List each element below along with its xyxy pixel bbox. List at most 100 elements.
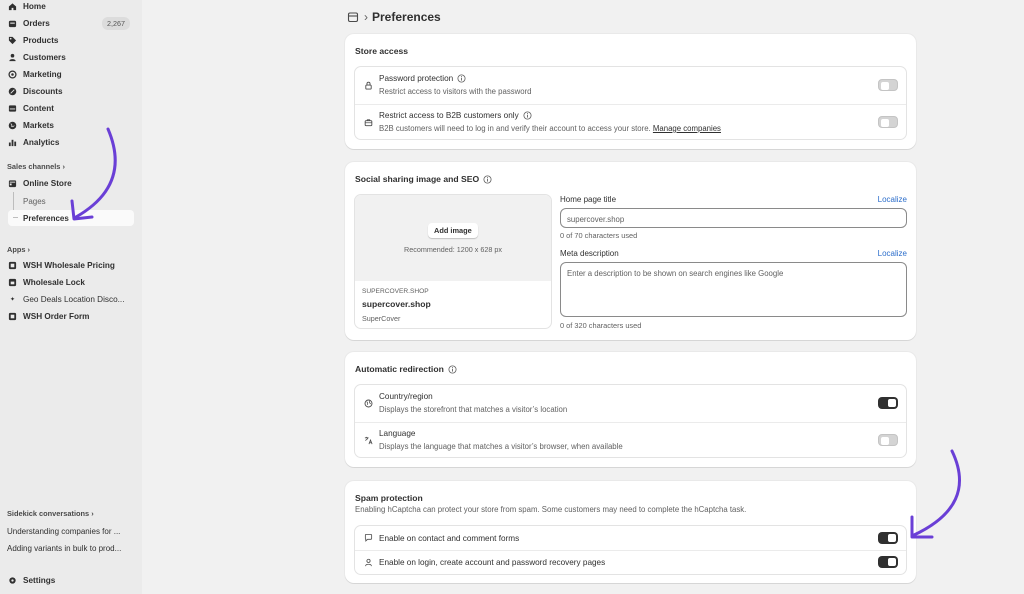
sidebar-app-wholesale-lock[interactable]: Wholesale Lock bbox=[4, 274, 134, 291]
contact-forms-row[interactable]: Enable on contact and comment forms bbox=[355, 526, 906, 550]
sidebar-item-content[interactable]: Content bbox=[4, 100, 134, 117]
meta-description-textarea[interactable]: Enter a description to be shown on searc… bbox=[560, 262, 907, 317]
sidebar-item-label: Home bbox=[23, 2, 46, 11]
info-icon bbox=[448, 364, 457, 374]
sidebar-item-pages[interactable]: Pages bbox=[23, 197, 46, 206]
sidebar-app-wsh-wholesale-pricing[interactable]: WSH Wholesale Pricing bbox=[4, 257, 134, 274]
sidebar-app-wsh-order-form[interactable]: WSH Order Form bbox=[4, 308, 134, 325]
chevron-right-icon: › bbox=[62, 162, 65, 171]
language-toggle[interactable] bbox=[878, 434, 898, 446]
row-title: Enable on contact and comment forms bbox=[379, 534, 520, 543]
app-icon bbox=[8, 278, 17, 287]
home-title-input[interactable]: supercover.shop bbox=[560, 208, 907, 228]
sidebar-app-geo-deals[interactable]: ✦ Geo Deals Location Disco... bbox=[4, 291, 134, 308]
person-icon bbox=[8, 53, 17, 62]
breadcrumb: › Preferences bbox=[347, 10, 441, 24]
image-dropzone[interactable]: Add image Recommended: 1200 x 628 px bbox=[355, 195, 551, 281]
toggle-knob bbox=[881, 437, 889, 445]
app-icon bbox=[8, 261, 17, 270]
sidebar-item-products[interactable]: Products bbox=[4, 32, 134, 49]
card-title: Store access bbox=[355, 46, 409, 56]
store-access-group: Password protection Restrict access to v… bbox=[354, 66, 907, 140]
target-icon bbox=[8, 70, 17, 79]
toggle-knob bbox=[888, 399, 896, 407]
add-image-button[interactable]: Add image bbox=[428, 223, 478, 238]
info-icon bbox=[483, 174, 492, 184]
row-description: Displays the language that matches a vis… bbox=[379, 442, 623, 451]
meta-description-char-count: 0 of 320 characters used bbox=[560, 321, 642, 330]
contact-forms-hcaptcha-toggle[interactable] bbox=[878, 532, 898, 544]
tag-icon bbox=[8, 36, 17, 45]
globe-icon bbox=[8, 121, 17, 130]
row-description: Displays the storefront that matches a v… bbox=[379, 405, 568, 414]
info-icon bbox=[523, 111, 532, 120]
chart-icon bbox=[8, 138, 17, 147]
sidebar-item-label: WSH Wholesale Pricing bbox=[23, 261, 115, 270]
briefcase-icon bbox=[364, 118, 373, 127]
b2b-restriction-row[interactable]: Restrict access to B2B customers only B2… bbox=[355, 104, 906, 141]
meta-description-label: Meta description bbox=[560, 249, 619, 258]
localize-home-title-link[interactable]: Localize bbox=[878, 195, 907, 204]
login-pages-row[interactable]: Enable on login, create account and pass… bbox=[355, 550, 906, 575]
row-title: Enable on login, create account and pass… bbox=[379, 558, 606, 567]
sidebar-item-label: Analytics bbox=[23, 138, 60, 147]
sidebar-item-markets[interactable]: Markets bbox=[4, 117, 134, 134]
spam-protection-card: Spam protection Enabling hCaptcha can pr… bbox=[345, 481, 916, 583]
country-region-row[interactable]: Country/region Displays the storefront t… bbox=[355, 385, 906, 422]
breadcrumb-separator: › bbox=[364, 10, 368, 24]
sidebar-item-online-store[interactable]: Online Store bbox=[4, 175, 134, 192]
sidebar-item-label: Geo Deals Location Disco... bbox=[23, 295, 125, 304]
store-access-card: Store access Password protection Restric… bbox=[345, 34, 916, 149]
sidebar-item-analytics[interactable]: Analytics bbox=[4, 134, 134, 151]
orders-count-badge: 2,267 bbox=[102, 17, 130, 30]
social-image-preview: Add image Recommended: 1200 x 628 px SUP… bbox=[354, 194, 552, 329]
row-description: Restrict access to visitors with the pas… bbox=[379, 87, 532, 96]
row-description: B2B customers will need to log in and ve… bbox=[379, 124, 721, 133]
sidebar-item-home[interactable]: Home bbox=[4, 0, 134, 15]
info-icon bbox=[457, 74, 466, 83]
sidebar-item-orders[interactable]: Orders 2,267 bbox=[4, 15, 134, 32]
sidebar-item-marketing[interactable]: Marketing bbox=[4, 66, 134, 83]
sidebar-item-label: Products bbox=[23, 36, 59, 45]
localize-meta-description-link[interactable]: Localize bbox=[878, 249, 907, 258]
b2b-restriction-toggle[interactable] bbox=[878, 116, 898, 128]
toggle-knob bbox=[888, 558, 896, 566]
sidebar: Home Orders 2,267 Products Customers Mar… bbox=[0, 0, 142, 594]
translate-icon bbox=[364, 436, 373, 445]
home-title-label: Home page title bbox=[560, 195, 617, 204]
conversation-item[interactable]: Adding variants in bulk to prod... bbox=[7, 544, 121, 553]
sidebar-item-label: Settings bbox=[23, 575, 56, 585]
sidebar-item-label: Orders bbox=[23, 19, 50, 28]
conversation-item[interactable]: Understanding companies for ... bbox=[7, 527, 120, 536]
home-icon bbox=[8, 2, 17, 11]
orders-icon bbox=[8, 19, 17, 28]
discount-icon bbox=[8, 87, 17, 96]
store-icon[interactable] bbox=[347, 11, 359, 23]
sidebar-item-label: Markets bbox=[23, 121, 54, 130]
card-title: Automatic redirection bbox=[355, 364, 457, 374]
manage-companies-link[interactable]: Manage companies bbox=[653, 124, 721, 133]
apps-header[interactable]: Apps › bbox=[7, 245, 30, 254]
card-title: Social sharing image and SEO bbox=[355, 174, 492, 184]
tree-connector-hook bbox=[13, 217, 18, 218]
sidebar-item-customers[interactable]: Customers bbox=[4, 49, 134, 66]
sidebar-item-label: Content bbox=[23, 104, 54, 113]
sales-channels-header[interactable]: Sales channels › bbox=[7, 162, 65, 171]
sidebar-item-preferences[interactable]: Preferences bbox=[8, 210, 134, 226]
country-region-toggle[interactable] bbox=[878, 397, 898, 409]
chat-bubble-icon bbox=[364, 533, 373, 542]
sidebar-item-label: Preferences bbox=[23, 213, 69, 223]
spam-description: Enabling hCaptcha can protect your store… bbox=[355, 505, 747, 514]
gear-icon bbox=[8, 576, 17, 585]
sidebar-item-label: Marketing bbox=[23, 70, 62, 79]
preview-domain: SUPERCOVER.SHOP bbox=[362, 288, 429, 295]
content-icon bbox=[8, 104, 17, 113]
card-title: Spam protection bbox=[355, 493, 423, 503]
sidebar-item-discounts[interactable]: Discounts bbox=[4, 83, 134, 100]
language-row[interactable]: Language Displays the language that matc… bbox=[355, 422, 906, 459]
sidebar-item-settings[interactable]: Settings bbox=[4, 572, 134, 588]
password-protection-toggle[interactable] bbox=[878, 79, 898, 91]
login-pages-hcaptcha-toggle[interactable] bbox=[878, 556, 898, 568]
password-protection-row[interactable]: Password protection Restrict access to v… bbox=[355, 67, 906, 104]
sidekick-conversations-header[interactable]: Sidekick conversations › bbox=[7, 509, 94, 518]
